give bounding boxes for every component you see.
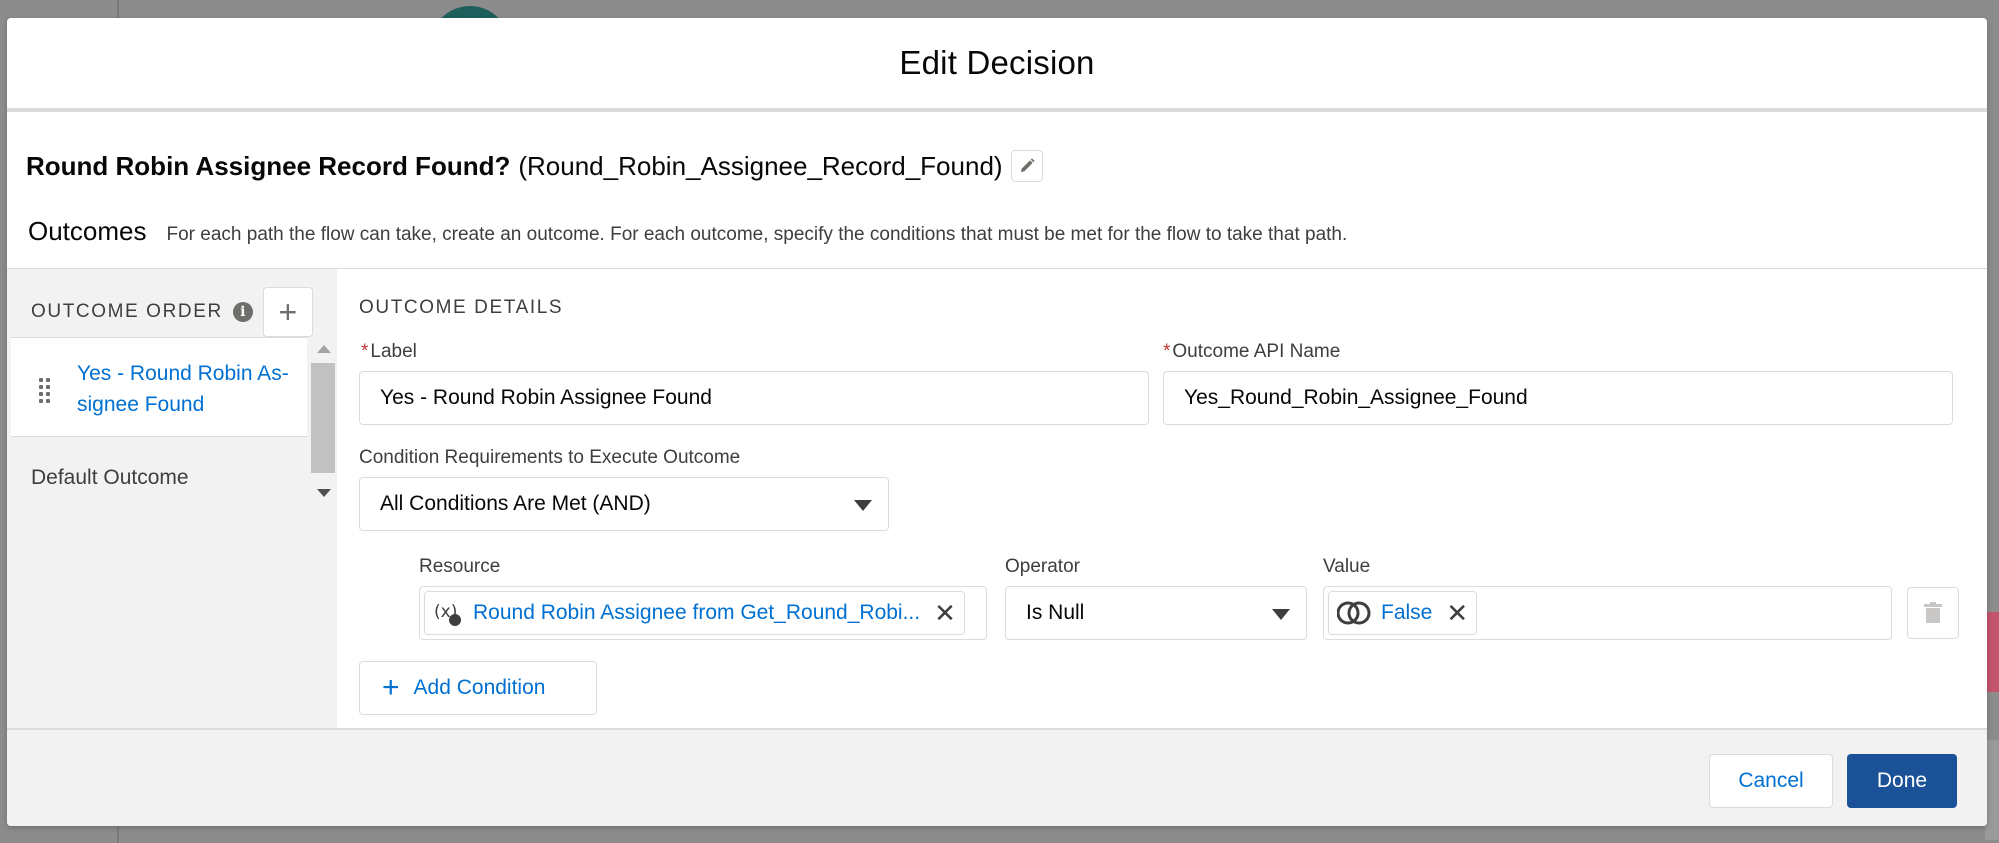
value-field[interactable]: False ✕ [1323, 586, 1892, 640]
resource-field[interactable]: (x) Round Robin Assignee from Get_Round_… [419, 586, 987, 640]
resource-pill[interactable]: (x) Round Robin Assignee from Get_Round_… [424, 591, 965, 635]
drag-handle-icon[interactable] [39, 378, 51, 404]
outcome-list-scrollbar[interactable] [309, 337, 335, 507]
required-marker: * [1163, 341, 1171, 362]
modal-footer: Cancel Done [7, 728, 1987, 826]
modal-header: Edit Decision [7, 18, 1987, 112]
chevron-down-icon [854, 500, 872, 511]
background-element [1985, 740, 1999, 840]
operator-value: Is Null [1026, 601, 1085, 624]
outcome-order-heading: OUTCOME ORDER [31, 301, 223, 322]
label-field-text: Label [370, 341, 417, 362]
background-element [1985, 612, 1999, 692]
modal-body: Round Robin Assignee Record Found? (Roun… [7, 112, 1987, 752]
outcome-details-heading: OUTCOME DETAILS [359, 297, 564, 318]
resource-label: Resource [419, 556, 501, 577]
api-name-input[interactable]: Yes_Round_Robin_Assignee_Found [1163, 371, 1953, 425]
close-icon[interactable]: ✕ [1446, 600, 1468, 626]
condition-requirements-select[interactable]: All Conditions Are Met (AND) [359, 477, 889, 531]
close-icon[interactable]: ✕ [934, 600, 956, 626]
api-name-field-label: * Outcome API Name [1163, 341, 1340, 363]
decision-api-name: (Round_Robin_Assignee_Record_Found) [518, 150, 1003, 181]
edit-decision-button[interactable] [1010, 150, 1043, 182]
add-condition-button[interactable]: + Add Condition [359, 661, 597, 715]
trash-icon [1924, 602, 1942, 623]
edit-decision-modal: Edit Decision Round Robin Assignee Recor… [7, 18, 1987, 826]
scroll-up-arrow-icon[interactable] [317, 345, 331, 353]
variable-icon: (x) [434, 602, 461, 626]
resource-pill-text: Round Robin Assignee from Get_Round_Robi… [473, 601, 921, 624]
plus-icon: + [382, 671, 400, 704]
value-pill[interactable]: False ✕ [1328, 591, 1478, 635]
chevron-down-icon [1272, 609, 1290, 620]
condition-requirements-label: Condition Requirements to Execute Outcom… [359, 447, 741, 468]
modal-title: Edit Decision [899, 44, 1095, 81]
scroll-down-arrow-icon[interactable] [317, 489, 331, 497]
outcome-item-default[interactable]: Default Outcome [31, 466, 189, 490]
api-name-field-text: Outcome API Name [1172, 341, 1341, 362]
label-input[interactable]: Yes - Round Robin Assignee Found [359, 371, 1149, 425]
outcomes-help-text: For each path the flow can take, create … [166, 224, 1348, 245]
label-field-label: * Label [361, 341, 417, 363]
value-label: Value [1323, 556, 1371, 577]
scrollbar-thumb[interactable] [311, 363, 335, 473]
decision-name-row: Round Robin Assignee Record Found? (Roun… [26, 150, 1043, 182]
label-input-value: Yes - Round Robin Assignee Found [380, 386, 712, 409]
outcomes-title: Outcomes [28, 216, 147, 246]
operator-select[interactable]: Is Null [1005, 586, 1307, 640]
boolean-icon [1337, 601, 1371, 625]
cancel-button[interactable]: Cancel [1709, 754, 1833, 808]
outcomes-header: Outcomes For each path the flow can take… [28, 216, 1347, 247]
operator-label: Operator [1005, 556, 1080, 577]
outcomes-panel: OUTCOME ORDER i + Yes - Round Robin As- … [7, 268, 1987, 748]
outcome-item-yes[interactable]: Yes - Round Robin As- signee Found [11, 337, 307, 437]
outcome-order-header: OUTCOME ORDER i + [31, 287, 313, 337]
outcome-details: OUTCOME DETAILS * Label Yes - Round Robin… [337, 269, 1987, 748]
condition-requirements-value: All Conditions Are Met (AND) [380, 492, 651, 515]
add-outcome-button[interactable]: + [262, 287, 313, 337]
api-name-input-value: Yes_Round_Robin_Assignee_Found [1184, 386, 1528, 409]
decision-label: Round Robin Assignee Record Found? [26, 150, 511, 181]
done-button[interactable]: Done [1847, 754, 1957, 808]
required-marker: * [361, 341, 369, 362]
pencil-icon [1020, 158, 1035, 172]
value-pill-text: False [1381, 601, 1433, 624]
delete-condition-button[interactable] [1907, 587, 1959, 639]
outcome-item-label: Yes - Round Robin As- signee Found [77, 362, 289, 416]
add-condition-label: Add Condition [413, 676, 546, 699]
outcome-order-sidebar: OUTCOME ORDER i + Yes - Round Robin As- … [7, 269, 337, 748]
info-icon[interactable]: i [232, 302, 253, 322]
